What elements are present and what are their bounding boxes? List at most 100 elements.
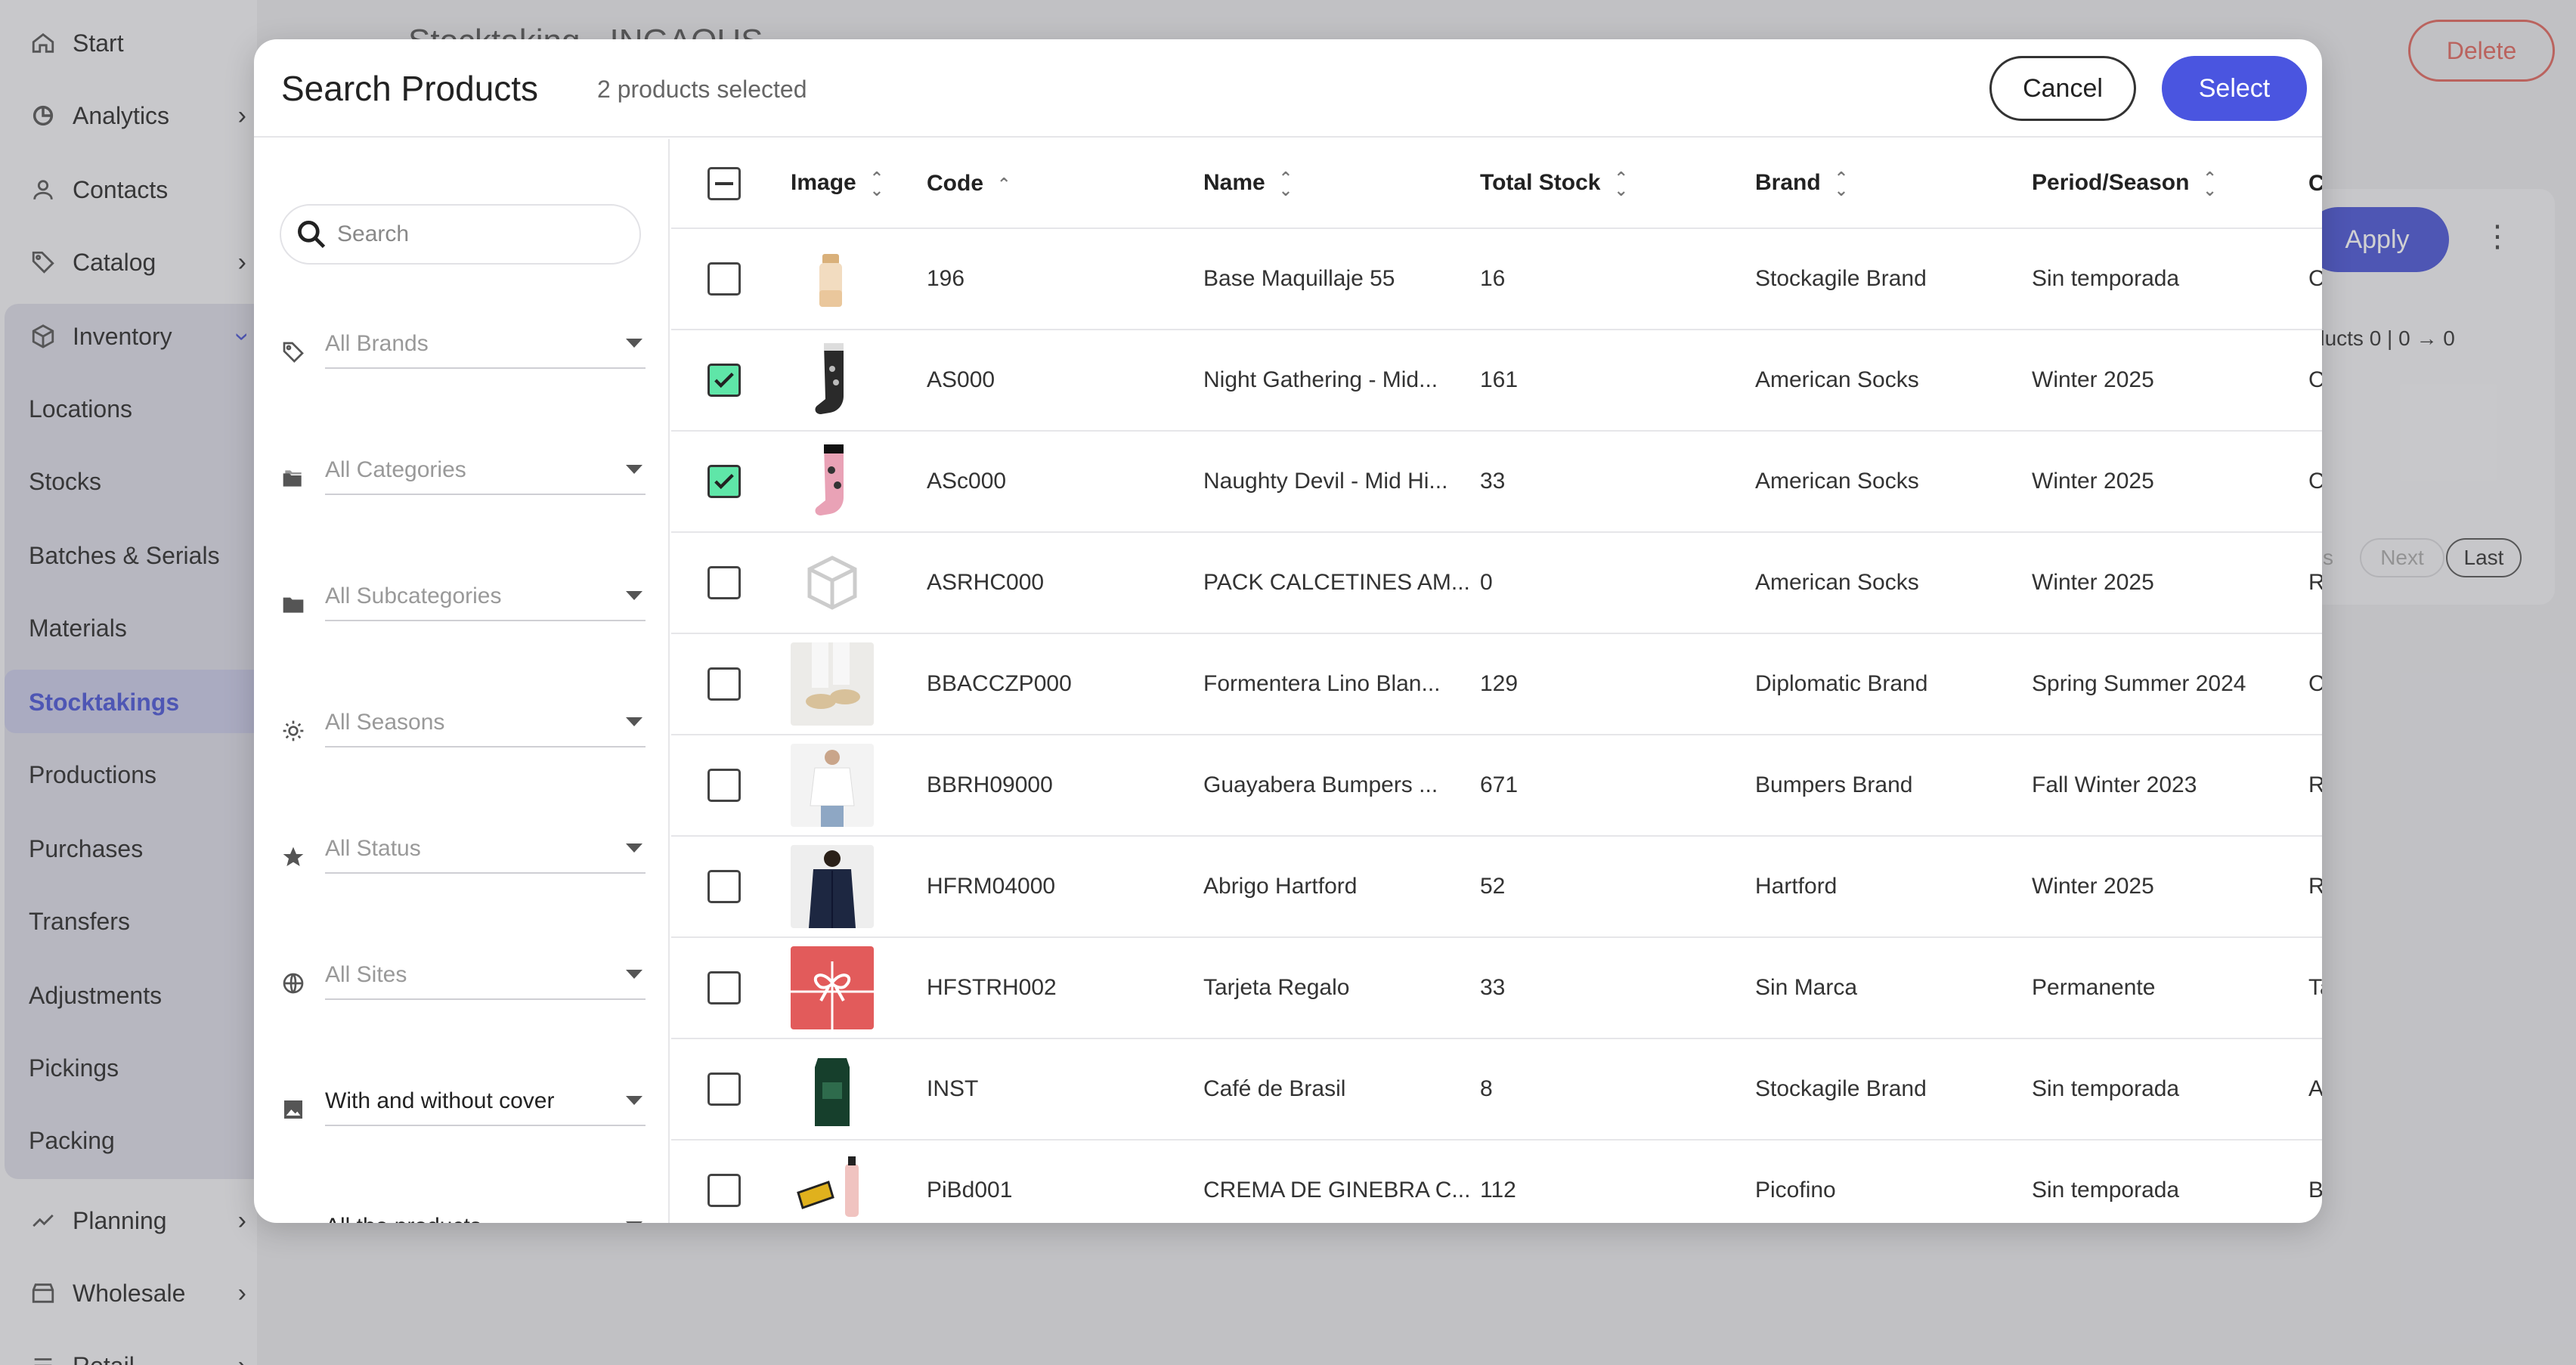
season-cell: Winter 2025 bbox=[2032, 874, 2154, 899]
image-cell bbox=[791, 633, 927, 735]
sort-icon[interactable]: ⌃ ⌄ bbox=[1614, 169, 1627, 198]
row-checkbox[interactable] bbox=[707, 364, 741, 397]
star-icon bbox=[280, 843, 307, 871]
season-cell: Sin temporada bbox=[2032, 266, 2180, 291]
row-checkbox[interactable] bbox=[707, 667, 741, 701]
season-cell: Sin temporada bbox=[2032, 1178, 2180, 1202]
row-check-cell bbox=[671, 330, 791, 431]
product-thumbnail bbox=[791, 642, 874, 726]
column-header-code[interactable]: Code ⌃ bbox=[927, 139, 1203, 229]
stock-cell: 112 bbox=[1480, 1178, 1516, 1202]
cover-filter[interactable]: With and without cover bbox=[280, 1078, 650, 1131]
row-checkbox[interactable] bbox=[707, 870, 741, 903]
stock-cell: 52 bbox=[1480, 874, 1506, 899]
row-check-cell bbox=[671, 532, 791, 633]
row-checkbox[interactable] bbox=[707, 465, 741, 498]
table-row[interactable]: BBACCZP000 Formentera Lino Blan... 129 D… bbox=[671, 633, 2322, 735]
row-checkbox[interactable] bbox=[707, 566, 741, 599]
site-filter[interactable]: All Sites bbox=[280, 952, 650, 1004]
brand-cell: Diplomatic Brand bbox=[1755, 671, 1928, 696]
stock-cell: 33 bbox=[1480, 469, 1506, 494]
column-header-name[interactable]: Name ⌃ ⌄ bbox=[1203, 139, 1480, 229]
sort-icon[interactable]: ⌃ ⌄ bbox=[1279, 169, 1293, 198]
row-checkbox[interactable] bbox=[707, 971, 741, 1004]
column-header-image[interactable]: Image ⌃ ⌄ bbox=[791, 139, 927, 229]
folders-icon bbox=[280, 465, 307, 492]
name-cell: Naughty Devil - Mid Hi... bbox=[1203, 469, 1448, 494]
caret-down-icon bbox=[626, 970, 642, 979]
table-row[interactable]: ASc000 Naughty Devil - Mid Hi... 33 Amer… bbox=[671, 431, 2322, 532]
category-select[interactable]: All Categories bbox=[325, 447, 646, 495]
row-checkbox[interactable] bbox=[707, 1072, 741, 1106]
products-select[interactable]: All the products bbox=[325, 1203, 646, 1223]
products-table: Image ⌃ ⌄ Code ⌃ Name ⌃ ⌄ Total Stock ⌃ ⌄ Brand… bbox=[671, 139, 2322, 1223]
selected-count: 2 products selected bbox=[597, 76, 807, 103]
select-all-cell bbox=[671, 139, 791, 229]
caret-down-icon bbox=[626, 1221, 642, 1223]
category-filter[interactable]: All Categories bbox=[280, 447, 650, 500]
caret-down-icon bbox=[626, 591, 642, 600]
row-checkbox[interactable] bbox=[707, 1174, 741, 1207]
caret-down-icon bbox=[626, 465, 642, 474]
column-header-brand[interactable]: Brand ⌃ ⌄ bbox=[1755, 139, 2032, 229]
search-products-modal: Search Products 2 products selected Canc… bbox=[254, 39, 2322, 1223]
table-row[interactable]: HFSTRH002 Tarjeta Regalo 33 Sin Marca Pe… bbox=[671, 937, 2322, 1038]
table-row[interactable]: INST Café de Brasil 8 Stockagile Brand S… bbox=[671, 1038, 2322, 1140]
image-cell bbox=[791, 937, 927, 1038]
name-cell: Café de Brasil bbox=[1203, 1076, 1346, 1101]
row-check-cell bbox=[671, 431, 791, 532]
table-row[interactable]: BBRH09000 Guayabera Bumpers ... 671 Bump… bbox=[671, 735, 2322, 836]
table-row[interactable]: AS000 Night Gathering - Mid... 161 Ameri… bbox=[671, 330, 2322, 431]
column-label: Period/Season bbox=[2032, 170, 2190, 196]
season-filter[interactable]: All Seasons bbox=[280, 699, 650, 752]
brand-select[interactable]: All Brands bbox=[325, 320, 646, 369]
select-button[interactable]: Select bbox=[2162, 56, 2307, 121]
code-cell: INST bbox=[927, 1076, 979, 1101]
extra-cell: C bbox=[2308, 330, 2322, 431]
row-checkbox[interactable] bbox=[707, 769, 741, 802]
row-check-cell bbox=[671, 937, 791, 1038]
sort-icon[interactable]: ⌃ ⌄ bbox=[1834, 169, 1848, 198]
season-select[interactable]: All Seasons bbox=[325, 699, 646, 748]
tag-icon bbox=[280, 339, 307, 366]
table-row[interactable]: 196 Base Maquillaje 55 16 Stockagile Bra… bbox=[671, 228, 2322, 330]
caret-down-icon bbox=[626, 1096, 642, 1105]
row-checkbox[interactable] bbox=[707, 262, 741, 296]
column-header-total-stock[interactable]: Total Stock ⌃ ⌄ bbox=[1480, 139, 1755, 229]
status-select[interactable]: All Status bbox=[325, 825, 646, 874]
brand-cell: American Socks bbox=[1755, 367, 1919, 392]
search-field[interactable] bbox=[280, 204, 641, 265]
code-cell: HFRM04000 bbox=[927, 874, 1056, 899]
column-header-extra[interactable]: C bbox=[2308, 139, 2322, 229]
code-cell: BBRH09000 bbox=[927, 772, 1053, 797]
sort-icon[interactable]: ⌃ ⌄ bbox=[2203, 169, 2216, 198]
search-input[interactable] bbox=[337, 221, 624, 247]
code-cell: HFSTRH002 bbox=[927, 975, 1057, 1000]
cover-select[interactable]: With and without cover bbox=[325, 1078, 646, 1126]
column-label: C bbox=[2308, 171, 2322, 196]
code-cell: AS000 bbox=[927, 367, 995, 392]
product-thumbnail bbox=[791, 237, 874, 320]
subcategory-filter[interactable]: All Subcategories bbox=[280, 573, 650, 626]
sort-icon[interactable]: ⌃ ⌄ bbox=[870, 169, 884, 198]
select-all-checkbox[interactable] bbox=[707, 166, 741, 200]
table-row[interactable]: ASRHC000 PACK CALCETINES AM... 0 America… bbox=[671, 532, 2322, 633]
row-check-cell bbox=[671, 1140, 791, 1223]
cancel-button[interactable]: Cancel bbox=[1989, 56, 2136, 121]
stock-cell: 129 bbox=[1480, 671, 1519, 696]
column-label: Name bbox=[1203, 170, 1265, 196]
column-header-season[interactable]: Period/Season ⌃ ⌄ bbox=[2032, 139, 2308, 229]
stock-cell: 0 bbox=[1480, 570, 1493, 595]
extra-cell: Ta bbox=[2308, 975, 2322, 1000]
subcategory-select[interactable]: All Subcategories bbox=[325, 573, 646, 621]
site-select[interactable]: All Sites bbox=[325, 952, 646, 1000]
table-row[interactable]: HFRM04000 Abrigo Hartford 52 Hartford Wi… bbox=[671, 836, 2322, 937]
status-filter[interactable]: All Status bbox=[280, 825, 650, 878]
table-row[interactable]: PiBd001 CREMA DE GINEBRA C... 112 Picofi… bbox=[671, 1140, 2322, 1223]
brand-filter[interactable]: All Brands bbox=[280, 320, 650, 373]
sort-ascending-icon[interactable]: ⌃ bbox=[997, 175, 1011, 192]
checkmark-icon bbox=[714, 372, 734, 388]
extra-cell: Al bbox=[2308, 1038, 2322, 1140]
products-filter[interactable]: All the products bbox=[280, 1203, 650, 1223]
product-thumbnail bbox=[791, 1149, 874, 1223]
